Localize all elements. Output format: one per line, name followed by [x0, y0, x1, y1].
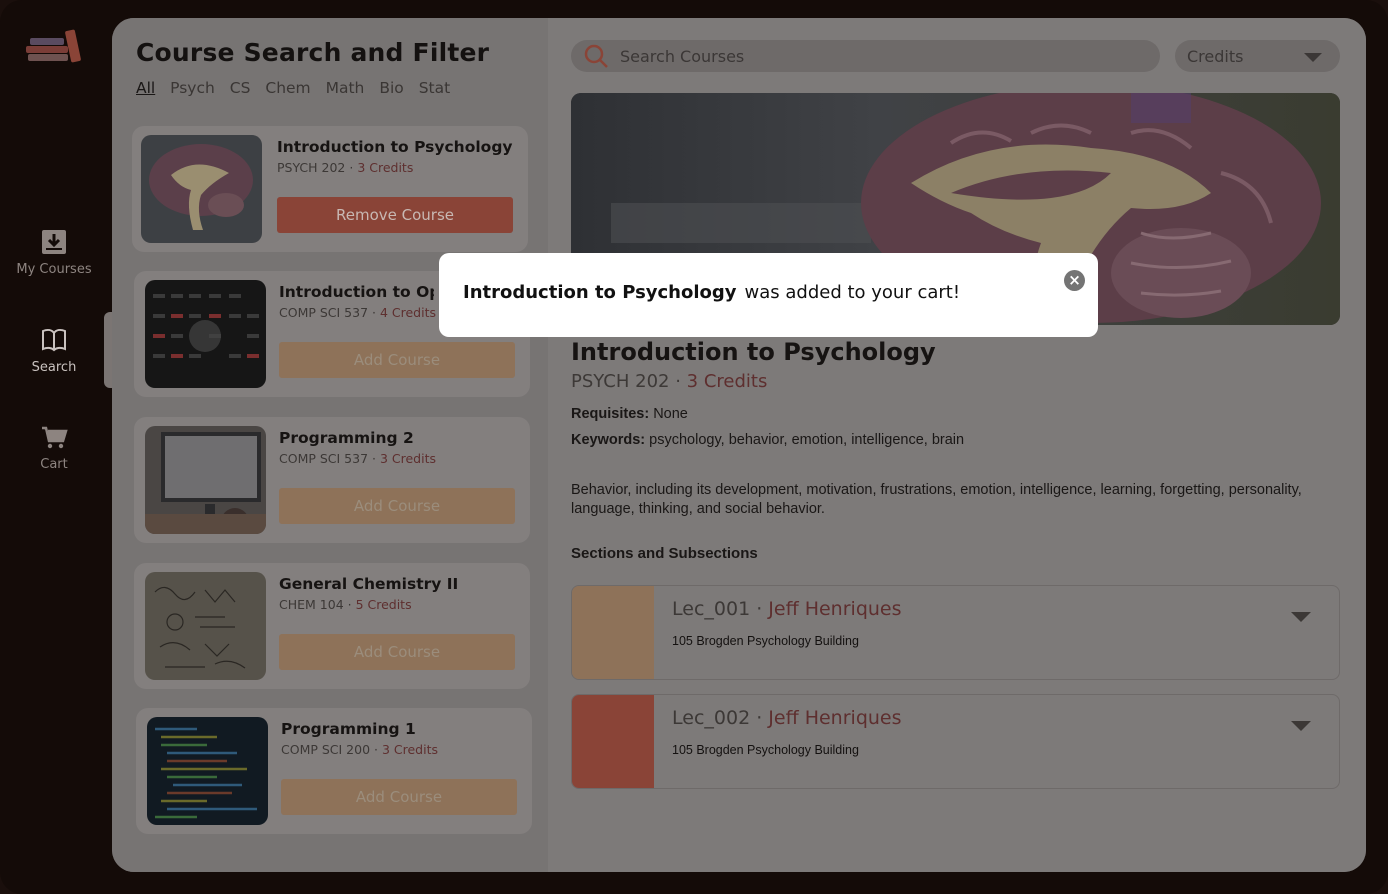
sections-heading: Sections and Subsections	[571, 545, 758, 562]
course-card[interactable]: General Chemistry II CHEM 104 · 5 Credit…	[134, 563, 530, 689]
course-credits: 3 Credits	[357, 160, 414, 175]
course-title: Introduction to Psychology	[277, 138, 513, 156]
section-id: Lec_002 ·	[672, 707, 769, 729]
close-icon[interactable]: ×	[1064, 270, 1085, 291]
section-name: Lec_001 · Jeff Henriques	[672, 598, 902, 620]
course-credits: 4 Credits	[379, 305, 436, 320]
toast-message: Introduction to Psychology was added to y…	[463, 282, 960, 303]
sidebar-item-label: Cart	[40, 457, 68, 472]
add-course-button[interactable]: Add Course	[279, 342, 515, 378]
keywords-value: psychology, behavior, emotion, intellige…	[645, 432, 965, 448]
requisites-label: Requisites:	[571, 406, 650, 422]
credits-dropdown-label: Credits	[1187, 47, 1244, 66]
course-title: General Chemistry II	[279, 575, 459, 593]
sidebar-item-search[interactable]: Search	[0, 326, 108, 375]
sidebar-item-my-courses[interactable]: My Courses	[0, 228, 108, 277]
download-box-icon	[42, 230, 66, 254]
toast-text: was added to your cart!	[744, 282, 961, 303]
course-title: Introduction to Operating Systems	[279, 283, 434, 301]
course-detail-credits: 3 Credits	[686, 371, 768, 392]
course-title: Programming 2	[279, 429, 414, 447]
course-credits: 5 Credits	[355, 597, 412, 612]
course-thumbnail	[145, 572, 266, 680]
course-code: PSYCH 202 · 3 Credits	[277, 160, 413, 175]
section-instructor: Jeff Henriques	[768, 707, 902, 729]
filter-tab-stat[interactable]: Stat	[419, 79, 451, 97]
toast-course-name: Introduction to Psychology	[463, 282, 737, 303]
course-code: CHEM 104 · 5 Credits	[279, 597, 412, 612]
course-description: Behavior, including its development, mot…	[571, 482, 1302, 517]
search-placeholder: Search Courses	[620, 47, 745, 66]
course-detail-column: Search Courses Credits Introduction to P…	[548, 18, 1366, 872]
filter-tab-cs[interactable]: CS	[230, 79, 251, 97]
course-code-text: PSYCH 202 ·	[277, 160, 358, 175]
section-row[interactable]: Lec_002 · Jeff Henriques 105 Brogden Psy…	[571, 694, 1340, 789]
chevron-down-icon	[1304, 53, 1322, 62]
subject-filter-tabs: All Psych CS Chem Math Bio Stat	[136, 79, 460, 97]
course-thumbnail	[141, 135, 262, 243]
chevron-down-icon[interactable]	[1291, 721, 1311, 731]
course-code-text: CHEM 104 ·	[279, 597, 356, 612]
search-icon	[584, 44, 608, 68]
section-location: 105 Brogden Psychology Building	[672, 743, 859, 757]
course-detail-code: PSYCH 202 · 3 Credits	[571, 371, 767, 392]
course-credits: 3 Credits	[379, 451, 436, 466]
course-credits: 3 Credits	[381, 742, 438, 757]
course-thumbnail	[145, 280, 266, 388]
sidebar-item-cart[interactable]: Cart	[0, 423, 108, 472]
sidebar: My Courses Search Cart	[0, 0, 116, 894]
course-code-text: COMP SCI 537 ·	[279, 305, 380, 320]
section-id: Lec_001 ·	[672, 598, 769, 620]
filter-tab-bio[interactable]: Bio	[379, 79, 403, 97]
cart-icon	[42, 426, 68, 449]
sidebar-item-label: My Courses	[16, 262, 92, 277]
course-title: Programming 1	[281, 720, 416, 738]
credits-dropdown[interactable]: Credits	[1175, 40, 1340, 72]
open-book-icon	[42, 328, 66, 352]
keywords-label: Keywords:	[571, 432, 646, 448]
course-code-text: PSYCH 202 ·	[571, 371, 687, 392]
add-course-button[interactable]: Add Course	[279, 488, 515, 524]
section-color-stripe	[572, 586, 654, 679]
search-input[interactable]: Search Courses	[571, 40, 1160, 72]
course-thumbnail	[147, 717, 268, 825]
filter-tab-math[interactable]: Math	[326, 79, 365, 97]
filter-tab-chem[interactable]: Chem	[265, 79, 310, 97]
requisites-value: None	[649, 406, 688, 422]
remove-course-button[interactable]: Remove Course	[277, 197, 513, 233]
course-card[interactable]: Introduction to Psychology PSYCH 202 · 3…	[132, 126, 528, 252]
course-code: COMP SCI 537 · 3 Credits	[279, 451, 436, 466]
requisites: Requisites: None	[571, 406, 688, 422]
course-card[interactable]: Programming 2 COMP SCI 537 · 3 Credits A…	[134, 417, 530, 543]
sidebar-item-label: Search	[31, 360, 77, 375]
section-name: Lec_002 · Jeff Henriques	[672, 707, 902, 729]
app-frame: My Courses Search Cart Course Search and…	[0, 0, 1388, 894]
added-to-cart-toast: Introduction to Psychology was added to y…	[439, 253, 1098, 337]
course-detail-title: Introduction to Psychology	[571, 338, 936, 366]
course-code: COMP SCI 200 · 3 Credits	[281, 742, 438, 757]
section-location: 105 Brogden Psychology Building	[672, 634, 859, 648]
add-course-button[interactable]: Add Course	[281, 779, 517, 815]
keywords: Keywords: psychology, behavior, emotion,…	[571, 432, 964, 448]
main-panel: Course Search and Filter All Psych CS Ch…	[112, 18, 1366, 872]
filter-tab-all[interactable]: All	[136, 79, 155, 97]
course-list-column: Course Search and Filter All Psych CS Ch…	[112, 18, 548, 872]
course-thumbnail	[145, 426, 266, 534]
add-course-button[interactable]: Add Course	[279, 634, 515, 670]
course-code-text: COMP SCI 537 ·	[279, 451, 380, 466]
books-logo-icon	[24, 28, 84, 68]
section-color-stripe	[572, 695, 654, 788]
course-code-text: COMP SCI 200 ·	[281, 742, 382, 757]
filter-tab-psych[interactable]: Psych	[170, 79, 215, 97]
section-row[interactable]: Lec_001 · Jeff Henriques 105 Brogden Psy…	[571, 585, 1340, 680]
course-code: COMP SCI 537 · 4 Credits	[279, 305, 436, 320]
chevron-down-icon[interactable]	[1291, 612, 1311, 622]
page-title: Course Search and Filter	[136, 38, 490, 67]
section-instructor: Jeff Henriques	[768, 598, 902, 620]
course-card[interactable]: Programming 1 COMP SCI 200 · 3 Credits A…	[136, 708, 532, 834]
